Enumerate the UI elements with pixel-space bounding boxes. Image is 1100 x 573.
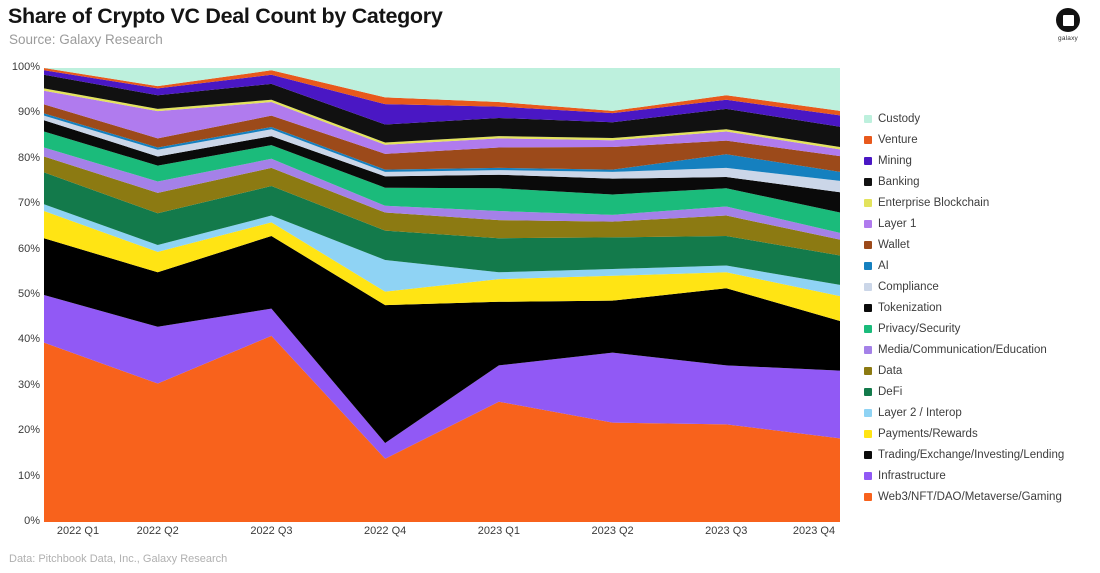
x-axis-tick-label: 2022 Q4 bbox=[364, 525, 407, 537]
legend-item[interactable]: Payments/Rewards bbox=[864, 423, 1100, 444]
legend-item-label: Data bbox=[878, 364, 903, 377]
y-axis-tick-label: 80% bbox=[17, 151, 40, 164]
legend-swatch-icon bbox=[864, 408, 872, 417]
x-axis-tick-label: 2022 Q2 bbox=[136, 525, 179, 537]
legend-swatch-icon bbox=[864, 219, 872, 228]
legend-item-label: Compliance bbox=[878, 280, 939, 293]
y-axis-tick-label: 100% bbox=[11, 61, 40, 73]
y-axis-tick-label: 90% bbox=[17, 106, 40, 119]
legend-item[interactable]: Layer 1 bbox=[864, 213, 1100, 234]
legend-item-label: Venture bbox=[878, 133, 918, 146]
legend-swatch-icon bbox=[864, 114, 872, 123]
legend-item-label: AI bbox=[878, 259, 889, 272]
legend-item-label: Payments/Rewards bbox=[878, 427, 978, 440]
legend-item[interactable]: Custody bbox=[864, 108, 1100, 129]
legend-item-label: Custody bbox=[878, 112, 921, 125]
legend-item-label: Infrastructure bbox=[878, 469, 946, 482]
legend-item[interactable]: Web3/NFT/DAO/Metaverse/Gaming bbox=[864, 486, 1100, 507]
legend-item[interactable]: Venture bbox=[864, 129, 1100, 150]
x-axis-tick-label: 2022 Q1 bbox=[56, 525, 100, 537]
y-axis-tick-label: 0% bbox=[24, 515, 40, 527]
chart-canvas bbox=[44, 68, 840, 522]
galaxy-logo-text: galaxy bbox=[1058, 35, 1078, 42]
galaxy-logo-icon bbox=[1056, 8, 1080, 32]
x-axis: 2022 Q1 2022 Q2 2022 Q3 2022 Q4 2023 Q1 2023 … bbox=[44, 525, 840, 545]
legend-swatch-icon bbox=[864, 492, 872, 501]
y-axis-tick-label: 70% bbox=[17, 197, 40, 210]
legend-item[interactable]: Data bbox=[864, 360, 1100, 381]
legend-item[interactable]: Infrastructure bbox=[864, 465, 1100, 486]
legend-item[interactable]: AI bbox=[864, 255, 1100, 276]
legend-swatch-icon bbox=[864, 429, 872, 438]
y-axis-tick-label: 30% bbox=[17, 378, 40, 391]
legend-swatch-icon bbox=[864, 471, 872, 480]
legend-item[interactable]: Layer 2 / Interop bbox=[864, 402, 1100, 423]
chart-footer-note: Data: Pitchbook Data, Inc., Galaxy Resea… bbox=[9, 553, 228, 565]
legend-swatch-icon bbox=[864, 387, 872, 396]
legend-item[interactable]: Banking bbox=[864, 171, 1100, 192]
legend-swatch-icon bbox=[864, 345, 872, 354]
legend-swatch-icon bbox=[864, 261, 872, 270]
stacked-area-chart bbox=[44, 68, 840, 522]
galaxy-logo: galaxy bbox=[1048, 8, 1088, 52]
legend-item[interactable]: Media/Communication/Education bbox=[864, 339, 1100, 360]
legend-swatch-icon bbox=[864, 240, 872, 249]
legend-swatch-icon bbox=[864, 450, 872, 459]
legend-swatch-icon bbox=[864, 135, 872, 144]
legend-item-label: Layer 1 bbox=[878, 217, 917, 230]
legend-item[interactable]: Compliance bbox=[864, 276, 1100, 297]
legend-item[interactable]: Mining bbox=[864, 150, 1100, 171]
legend-item-label: Web3/NFT/DAO/Metaverse/Gaming bbox=[878, 490, 1062, 503]
legend-item-label: Privacy/Security bbox=[878, 322, 961, 335]
y-axis-tick-label: 40% bbox=[17, 333, 40, 346]
y-axis-tick-label: 50% bbox=[17, 288, 40, 300]
legend-item-label: Banking bbox=[878, 175, 920, 188]
chart-legend: Custody Venture Mining Banking Enterprise Bl… bbox=[864, 108, 1100, 507]
page-title: Share of Crypto VC Deal Count by Categor… bbox=[8, 4, 443, 28]
page-subtitle: Source: Galaxy Research bbox=[9, 32, 163, 47]
legend-item-label: Trading/Exchange/Investing/Lending bbox=[878, 448, 1065, 461]
legend-swatch-icon bbox=[864, 324, 872, 333]
legend-item[interactable]: Wallet bbox=[864, 234, 1100, 255]
legend-swatch-icon bbox=[864, 303, 872, 312]
x-axis-tick-label: 2023 Q4 bbox=[792, 525, 836, 537]
legend-item[interactable]: DeFi bbox=[864, 381, 1100, 402]
legend-item-label: Media/Communication/Education bbox=[878, 343, 1047, 356]
legend-swatch-icon bbox=[864, 156, 872, 165]
y-axis: 0% 10% 20% 30% 40% 50% 60% 70% 80% 90% 100% bbox=[0, 61, 40, 527]
x-axis-tick-label: 2023 Q3 bbox=[705, 525, 748, 537]
y-axis-tick-label: 10% bbox=[17, 469, 40, 482]
chart-page: Share of Crypto VC Deal Count by Categor… bbox=[0, 0, 1100, 573]
x-axis-tick-label: 2023 Q1 bbox=[477, 525, 520, 537]
y-axis-tick-label: 20% bbox=[17, 424, 40, 437]
legend-item-label: Mining bbox=[878, 154, 912, 167]
legend-item-label: Enterprise Blockchain bbox=[878, 196, 990, 209]
x-axis-tick-label: 2023 Q2 bbox=[591, 525, 634, 537]
x-axis-tick-label: 2022 Q3 bbox=[250, 525, 293, 537]
legend-item[interactable]: Tokenization bbox=[864, 297, 1100, 318]
legend-swatch-icon bbox=[864, 198, 872, 207]
legend-item-label: DeFi bbox=[878, 385, 903, 398]
legend-item-label: Wallet bbox=[878, 238, 910, 251]
y-axis-tick-label: 60% bbox=[17, 242, 40, 255]
legend-item-label: Layer 2 / Interop bbox=[878, 406, 962, 419]
legend-item[interactable]: Enterprise Blockchain bbox=[864, 192, 1100, 213]
legend-item[interactable]: Privacy/Security bbox=[864, 318, 1100, 339]
legend-item[interactable]: Trading/Exchange/Investing/Lending bbox=[864, 444, 1100, 465]
legend-swatch-icon bbox=[864, 366, 872, 375]
legend-item-label: Tokenization bbox=[878, 301, 942, 314]
legend-swatch-icon bbox=[864, 282, 872, 291]
legend-swatch-icon bbox=[864, 177, 872, 186]
